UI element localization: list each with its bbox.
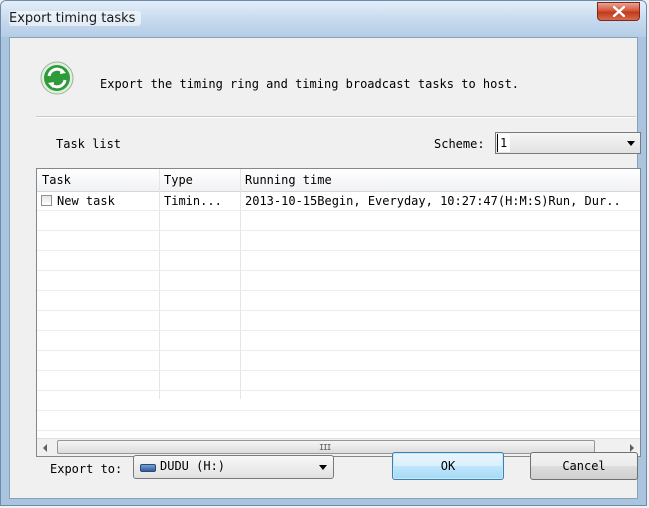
- column-header-task[interactable]: Task: [37, 169, 159, 191]
- empty-row: [37, 371, 640, 391]
- empty-row: [37, 211, 640, 231]
- empty-row: [37, 291, 640, 311]
- table-header: Task Type Running time: [37, 169, 640, 192]
- empty-row: [37, 311, 640, 331]
- export-to-label: Export to:: [50, 462, 123, 476]
- type-cell: Timin...: [164, 194, 222, 208]
- scroll-left-button[interactable]: [37, 439, 54, 456]
- header-separator: [36, 116, 636, 118]
- running-time-cell: 2013-10-15Begin, Everyday, 10:27:47(H:M:…: [245, 194, 621, 208]
- scheme-label: Scheme:: [434, 137, 485, 151]
- task-cell: New task: [57, 194, 115, 208]
- window-title: Export timing tasks: [9, 11, 142, 26]
- empty-row: [37, 331, 640, 351]
- export-to-select[interactable]: DUDU (H:): [133, 455, 334, 479]
- arrow-left-icon: [43, 444, 47, 452]
- arrow-right-icon: [630, 444, 634, 452]
- export-timing-tasks-dialog: Export timing tasks Export the timing ri…: [0, 0, 647, 506]
- empty-row: [37, 271, 640, 291]
- header-message: Export the timing ring and timing broadc…: [100, 77, 520, 91]
- close-button[interactable]: [597, 2, 640, 21]
- row-checkbox[interactable]: [41, 195, 52, 206]
- scroll-grip: III: [319, 443, 331, 452]
- scheme-value: 1: [497, 134, 511, 152]
- column-header-running-time[interactable]: Running time: [240, 169, 640, 191]
- chevron-down-icon: [319, 465, 327, 470]
- refresh-icon: [40, 61, 74, 95]
- title-bar[interactable]: Export timing tasks: [1, 1, 646, 37]
- task-list-label: Task list: [56, 137, 122, 151]
- scroll-thumb[interactable]: III: [57, 440, 595, 454]
- chevron-down-icon: [627, 141, 635, 146]
- empty-row: [37, 351, 640, 371]
- dialog-body: Export the timing ring and timing broadc…: [9, 37, 641, 499]
- column-header-type[interactable]: Type: [159, 169, 240, 191]
- empty-row: [37, 231, 640, 251]
- drive-icon: [140, 464, 156, 472]
- export-to-value: DUDU (H:): [160, 459, 226, 473]
- empty-row: [37, 411, 640, 431]
- scheme-select[interactable]: 1: [495, 132, 641, 154]
- close-icon: [613, 6, 625, 17]
- cancel-button[interactable]: Cancel: [530, 452, 638, 480]
- task-table[interactable]: Task Type Running time New task Timin...…: [36, 168, 641, 457]
- table-row[interactable]: New task Timin... 2013-10-15Begin, Every…: [37, 191, 640, 211]
- ok-button[interactable]: OK: [392, 452, 504, 480]
- empty-row: [37, 251, 640, 271]
- empty-row: [37, 391, 640, 411]
